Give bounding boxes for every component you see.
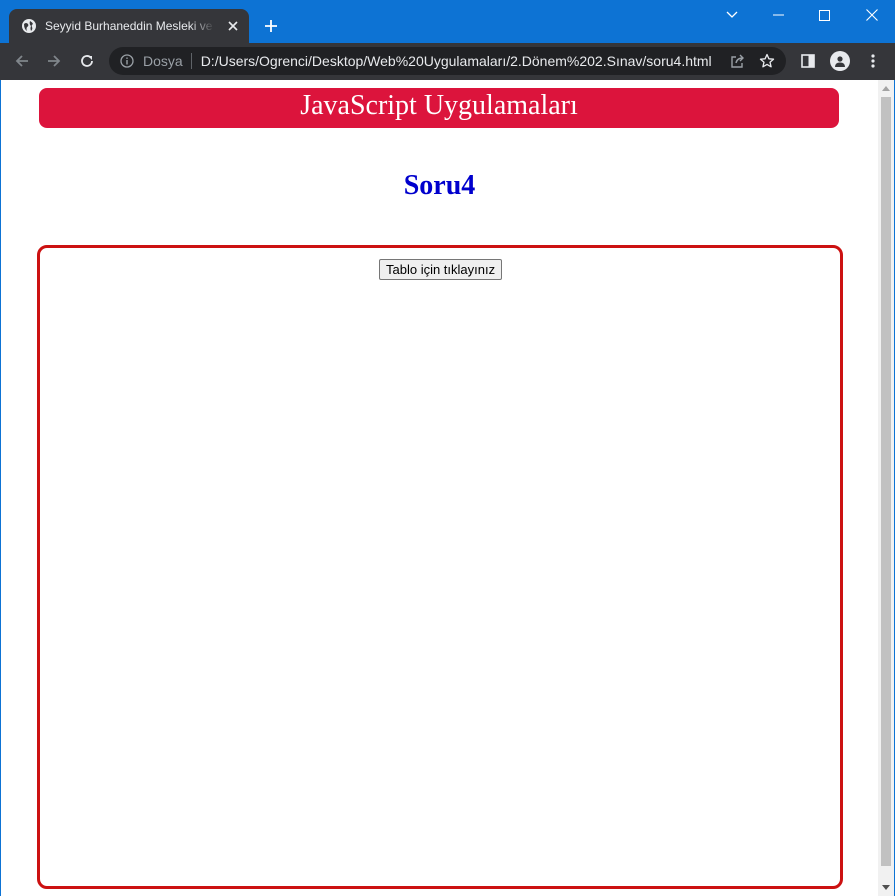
maximize-button[interactable]: [801, 0, 847, 30]
star-icon[interactable]: [758, 52, 776, 70]
url-text[interactable]: D:/Users/Ogrenci/Desktop/Web%20Uygulamal…: [201, 53, 711, 69]
minimize-button[interactable]: [755, 0, 801, 30]
back-button[interactable]: [8, 47, 36, 75]
tab-strip: Seyyid Burhaneddin Mesleki ve Teknik Ana…: [0, 0, 895, 43]
page-title: Soru4: [403, 170, 476, 201]
scroll-thumb[interactable]: [881, 97, 891, 866]
page-content: JavaScript Uygulamaları Soru4 Tablo için…: [1, 80, 878, 896]
browser-toolbar: Dosya D:/Users/Ogrenci/Desktop/Web%20Uyg…: [0, 43, 895, 80]
minimize-icon: [772, 14, 784, 16]
plus-icon: [265, 20, 277, 32]
kebab-menu-icon: [871, 54, 875, 68]
header-banner: JavaScript Uygulamaları: [39, 88, 839, 128]
browser-window: Seyyid Burhaneddin Mesleki ve Teknik Ana…: [0, 0, 895, 896]
avatar-icon: [830, 51, 850, 71]
scroll-down-button[interactable]: [878, 879, 894, 896]
show-table-button[interactable]: Tablo için tıklayınız: [379, 259, 503, 280]
tab-title: Seyyid Burhaneddin Mesleki ve Teknik Ana…: [45, 19, 215, 33]
arrow-right-icon: [48, 55, 61, 67]
side-panel-button[interactable]: [794, 47, 822, 75]
vertical-scrollbar[interactable]: [878, 80, 894, 896]
arrow-left-icon: [15, 55, 28, 67]
tab-search-button[interactable]: [709, 0, 755, 30]
close-icon: [866, 9, 878, 21]
globe-icon: [21, 18, 37, 34]
security-label: Dosya: [143, 53, 183, 69]
omnibox-divider: [190, 53, 192, 69]
window-close-button[interactable]: [849, 0, 895, 30]
reload-icon: [81, 55, 93, 67]
profile-button[interactable]: [826, 47, 854, 75]
chevron-down-icon: [726, 11, 738, 18]
page-viewport: JavaScript Uygulamaları Soru4 Tablo için…: [1, 80, 894, 896]
content-box: Tablo için tıklayınız: [37, 245, 843, 889]
browser-tab[interactable]: Seyyid Burhaneddin Mesleki ve Teknik Ana…: [9, 9, 249, 43]
triangle-down-icon: [882, 885, 890, 890]
info-icon[interactable]: [119, 53, 135, 69]
close-icon[interactable]: [225, 18, 241, 34]
new-tab-button[interactable]: [259, 14, 283, 38]
forward-button[interactable]: [40, 47, 68, 75]
side-panel-icon: [801, 54, 815, 68]
triangle-up-icon: [882, 86, 890, 91]
address-bar[interactable]: Dosya D:/Users/Ogrenci/Desktop/Web%20Uyg…: [109, 47, 786, 75]
menu-button[interactable]: [859, 47, 887, 75]
reload-button[interactable]: [73, 47, 101, 75]
share-icon[interactable]: [730, 53, 746, 69]
scroll-up-button[interactable]: [878, 80, 894, 97]
maximize-icon: [818, 9, 830, 21]
